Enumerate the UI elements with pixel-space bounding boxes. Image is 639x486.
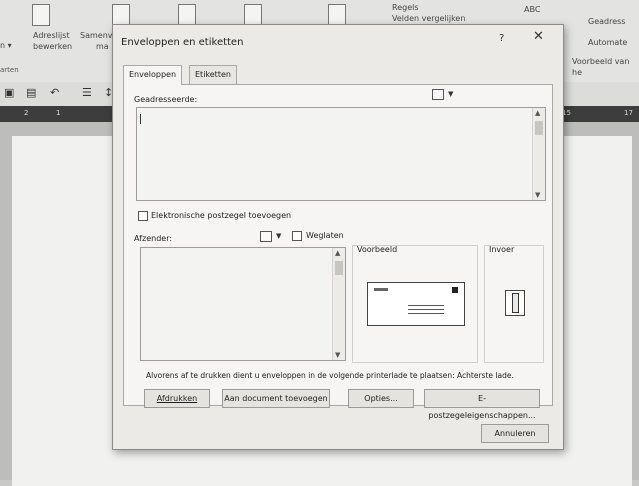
dropdown-arrow-icon[interactable]: ▼	[276, 232, 281, 240]
tab-envelopes[interactable]: Enveloppen	[123, 65, 183, 85]
preview-panel[interactable]: Voorbeeld	[352, 245, 478, 363]
feed-panel[interactable]: Invoer	[484, 245, 544, 363]
ruler-tick: 1	[56, 109, 61, 117]
preview-label: Voorbeeld	[357, 245, 398, 254]
ruler-tick: 2	[24, 109, 29, 117]
sender-textarea[interactable]: ▲ ▼	[140, 247, 346, 361]
printer-feed-icon	[505, 290, 525, 316]
address-book-icon[interactable]	[260, 231, 272, 242]
ribbon-group-line1: Regels	[392, 3, 419, 12]
postage-checkbox[interactable]	[138, 211, 148, 221]
options-button[interactable]: Opties...	[348, 389, 414, 408]
ribbon-group-line1: Samenv	[80, 31, 113, 40]
stamp-mark	[452, 287, 458, 293]
dialog-title: Enveloppen en etiketten	[121, 37, 244, 48]
ribbon-left-fragment: n ▾	[0, 41, 12, 50]
recipient-label: Geadresseerde:	[134, 95, 198, 104]
ribbon-group-abc[interactable]: ABC	[524, 4, 540, 15]
format-icon[interactable]: ☰	[82, 87, 94, 99]
ribbon-icon-2	[112, 4, 130, 26]
print-button[interactable]: Afdrukken	[144, 389, 210, 408]
feed-label: Invoer	[489, 245, 515, 254]
ribbon-group-regels[interactable]: Regels Velden vergelijken	[392, 2, 465, 24]
ribbon-group-geadress[interactable]: Geadress Automate	[588, 16, 627, 48]
return-address-mark	[374, 288, 388, 291]
dropdown-arrow-icon[interactable]: ▼	[448, 90, 453, 98]
scroll-down-icon[interactable]: ▼	[535, 191, 540, 199]
printer-note: Alvorens af te drukken dient u enveloppe…	[146, 371, 514, 380]
ribbon-group-line1: Geadress	[588, 17, 626, 26]
feed-envelope-mark	[512, 293, 519, 313]
close-button[interactable]: ✕	[533, 29, 544, 44]
scroll-up-icon[interactable]: ▲	[335, 249, 340, 257]
scroll-thumb[interactable]	[335, 261, 343, 275]
envelope-preview	[367, 282, 465, 326]
ruler-tick: 17	[624, 109, 633, 117]
ribbon-group-line1: Adreslijst	[33, 31, 70, 40]
scroll-down-icon[interactable]: ▼	[335, 351, 340, 359]
postage-label: Elektronische postzegel toevoegen	[151, 211, 292, 220]
ribbon-icon-1	[32, 4, 50, 26]
recipient-textarea[interactable]: ▲ ▼	[136, 107, 546, 201]
address-line	[408, 313, 444, 314]
ribbon-icon-3	[178, 4, 196, 26]
ribbon-icon-4	[244, 4, 262, 26]
help-button[interactable]: ?	[499, 33, 504, 44]
ribbon-group-line2: Velden vergelijken	[392, 14, 466, 23]
ribbon-group-line2: ma	[96, 42, 109, 51]
save-icon[interactable]: ▣	[4, 87, 16, 99]
sender-scrollbar[interactable]: ▲ ▼	[332, 248, 345, 360]
address-line	[408, 309, 444, 310]
ribbon-icon-5	[328, 4, 346, 26]
sender-label: Afzender:	[134, 234, 173, 243]
ribbon-group-line2: Automate	[588, 38, 628, 47]
envelopes-tab-panel: Geadresseerde: ▼ ▲ ▼ Elektronische postz…	[123, 84, 553, 420]
ribbon-group-adreslijst[interactable]: Adreslijst bewerken	[33, 30, 72, 52]
epostage-properties-button[interactable]: E-postzegeleigenschappen...	[424, 389, 540, 420]
omit-label: Weglaten	[306, 231, 344, 240]
save-as-icon[interactable]: ▤	[26, 87, 38, 99]
ribbon-group-line2: bewerken	[33, 42, 73, 51]
tab-labels[interactable]: Etiketten	[189, 65, 237, 84]
undo-icon[interactable]: ↶	[50, 87, 62, 99]
ribbon-group-samenv[interactable]: Samenv ma	[80, 30, 113, 52]
envelopes-labels-dialog: Enveloppen en etiketten ? ✕ Enveloppen E…	[112, 24, 564, 450]
scroll-up-icon[interactable]: ▲	[535, 109, 540, 117]
text-caret	[140, 114, 141, 124]
recipient-scrollbar[interactable]: ▲ ▼	[532, 108, 545, 200]
address-book-icon[interactable]	[432, 89, 444, 100]
ribbon-preview-label: Voorbeeld van he	[572, 57, 630, 77]
cancel-button[interactable]: Annuleren	[481, 424, 549, 443]
ribbon-footer-fragment: arten	[0, 66, 19, 74]
add-to-document-button[interactable]: Aan document toevoegen	[222, 389, 330, 408]
scroll-thumb[interactable]	[535, 121, 543, 135]
address-line	[408, 305, 444, 306]
omit-checkbox[interactable]	[292, 231, 302, 241]
